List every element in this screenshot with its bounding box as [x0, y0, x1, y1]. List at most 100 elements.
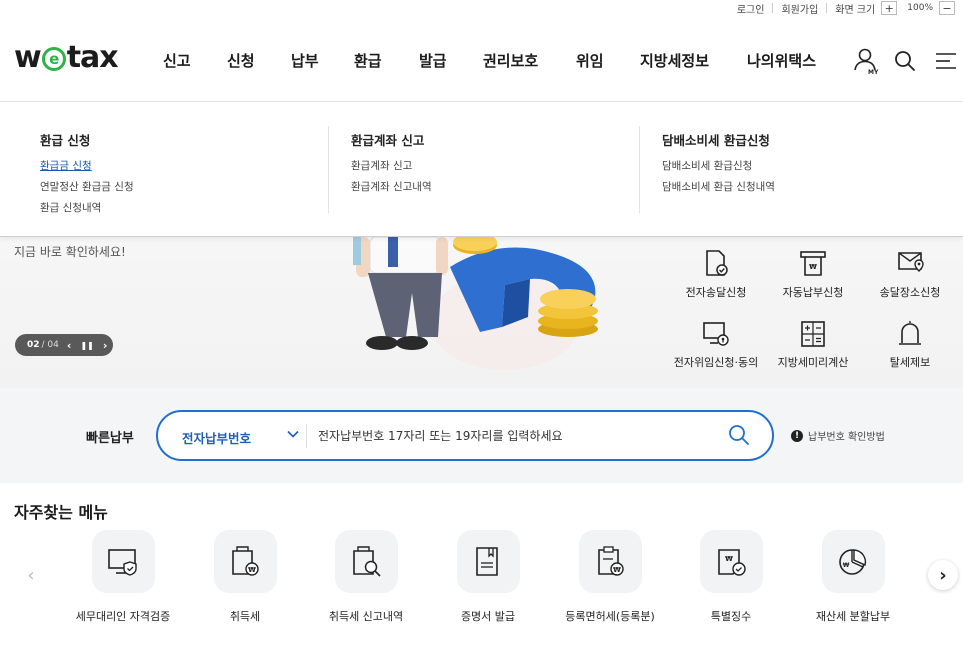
quick-payment: 빠른납부 전자납부번호 ! 납부번호 확인방법 — [0, 388, 963, 483]
frequent-item-label: 등록면허세(등록분) — [565, 610, 655, 623]
svg-text:₩: ₩ — [809, 263, 817, 271]
menu-item-refund-account-report[interactable]: 환급계좌 신고 — [351, 158, 412, 173]
zoom-value: 100% — [907, 3, 933, 13]
frequent-item-label: 취득세 신고내역 — [328, 610, 404, 623]
frequent-item-label: 재산세 분할납부 — [815, 610, 891, 623]
hero-banner: 지금 바로 확인하세요! 02 / 04 ‹ ❚❚ › 전자송달신청 ₩ 자동납… — [0, 237, 963, 388]
property-tax-installment-icon: ₩ — [821, 530, 885, 593]
frequent-item-label: 특별징수 — [710, 610, 752, 623]
quick-pay-label: 빠른납부 — [86, 431, 134, 446]
auto-payment-icon: ₩ — [800, 251, 826, 276]
frequent-item-special-collection[interactable]: ₩ 특별징수 — [671, 530, 791, 624]
nav-item-refund[interactable]: 환급 — [354, 50, 382, 71]
frequent-item-acquisition-tax[interactable]: ₩ 취득세 — [185, 530, 305, 624]
search-icon[interactable] — [728, 424, 750, 446]
utility-bar: 로그인 회원가입 화면 크기 + 100% − — [737, 0, 955, 16]
chevron-left-icon: ‹ — [27, 564, 35, 586]
service-label: 전자위임신청·동의 — [673, 356, 759, 369]
special-collection-icon: ₩ — [699, 530, 763, 593]
frequent-item-acquisition-history[interactable]: 취득세 신고내역 — [306, 530, 426, 624]
mega-menu-refund: 환급 신청 환급금 신청 연말정산 환급금 신청 환급 신청내역 환급계좌 신고… — [0, 101, 963, 237]
mega-col-title: 환급 신청 — [40, 133, 91, 148]
registration-tax-icon: ₩ — [578, 530, 642, 593]
frequent-menu-title: 자주찾는 메뉴 — [14, 503, 108, 522]
frequent-item-agent-verify[interactable]: 세무대리인 자격검증 — [63, 530, 183, 624]
certificate-icon — [456, 530, 520, 593]
acquisition-history-icon — [334, 530, 398, 593]
e-delegation-icon — [703, 322, 729, 346]
hero-subtitle: 지금 바로 확인하세요! — [14, 245, 126, 259]
chevron-down-icon[interactable] — [286, 427, 300, 441]
nav-item-report[interactable]: 신고 — [163, 50, 191, 71]
service-auto-payment[interactable]: ₩ 자동납부신청 — [758, 249, 868, 300]
svg-text:₩: ₩ — [248, 566, 256, 574]
service-label: 탈세제보 — [889, 356, 931, 369]
nav-item-apply[interactable]: 신청 — [227, 50, 255, 71]
zoom-label: 화면 크기 — [835, 4, 876, 16]
divider — [772, 3, 774, 13]
frequent-item-label: 증명서 발급 — [460, 610, 516, 623]
menu-item-year-end-refund[interactable]: 연말정산 환급금 신청 — [40, 179, 134, 194]
menu-icon[interactable] — [935, 52, 957, 74]
svg-text:₩: ₩ — [843, 562, 850, 569]
search-icon[interactable] — [894, 50, 916, 76]
nav-item-my-wetax[interactable]: 나의위택스 — [747, 50, 816, 71]
report-bell-icon — [899, 321, 921, 345]
nav-item-issue[interactable]: 발급 — [419, 50, 447, 71]
carousel-next-button[interactable]: › — [928, 560, 958, 590]
zoom-out-button[interactable]: − — [939, 1, 955, 15]
carousel-prev-button[interactable]: ‹ — [16, 560, 46, 590]
divider — [639, 126, 640, 213]
nav-item-payment[interactable]: 납부 — [291, 50, 319, 71]
zoom-in-button[interactable]: + — [881, 1, 898, 15]
menu-item-tobacco-refund-history[interactable]: 담배소비세 환급 신청내역 — [662, 179, 775, 194]
menu-item-tobacco-refund-apply[interactable]: 담배소비세 환급신청 — [662, 158, 752, 173]
signup-link[interactable]: 회원가입 — [781, 1, 818, 16]
menu-item-refund-apply[interactable]: 환급금 신청 — [40, 158, 92, 173]
service-delivery-location[interactable]: 송달장소신청 — [855, 249, 963, 300]
calculator-icon — [801, 321, 825, 347]
frequent-item-property-tax-installment[interactable]: ₩ 재산세 분할납부 — [793, 530, 913, 624]
chevron-right-icon: › — [939, 564, 947, 586]
pager-pause-button[interactable]: ❚❚ — [80, 341, 93, 350]
menu-item-refund-account-history[interactable]: 환급계좌 신고내역 — [351, 179, 432, 194]
service-tax-evasion-report[interactable]: 탈세제보 — [855, 319, 963, 370]
service-e-delegation[interactable]: 전자위임신청·동의 — [661, 319, 771, 370]
divider — [306, 424, 307, 448]
frequent-item-registration-tax[interactable]: ₩ 등록면허세(등록분) — [550, 530, 670, 624]
nav-item-tax-info[interactable]: 지방세정보 — [640, 50, 709, 71]
service-e-delivery[interactable]: 전자송달신청 — [661, 249, 771, 300]
acquisition-tax-icon: ₩ — [213, 530, 277, 593]
e-delivery-icon — [706, 250, 728, 276]
frequent-item-label: 세무대리인 자격검증 — [75, 610, 171, 623]
my-user-icon[interactable]: MY — [853, 47, 879, 79]
logo-text-tax: tax — [66, 40, 119, 75]
logo-text-w: w — [14, 40, 42, 75]
divider — [826, 3, 828, 13]
mega-col-title: 환급계좌 신고 — [351, 133, 425, 148]
pager-total: / 04 — [41, 340, 59, 350]
info-icon: ! — [791, 429, 803, 442]
nav-item-rights[interactable]: 권리보호 — [483, 50, 538, 71]
nav-item-delegation[interactable]: 위임 — [576, 50, 604, 71]
svg-text:₩: ₩ — [725, 555, 733, 563]
login-link[interactable]: 로그인 — [737, 1, 765, 16]
service-label: 자동납부신청 — [782, 286, 844, 299]
wetax-logo[interactable]: w e tax — [14, 40, 119, 75]
my-badge: MY — [868, 69, 879, 75]
help-label: 납부번호 확인방법 — [808, 432, 885, 443]
service-label: 전자송달신청 — [685, 286, 747, 299]
delivery-location-icon — [898, 252, 924, 272]
frequent-item-certificate[interactable]: 증명서 발급 — [428, 530, 548, 624]
service-label: 지방세미리계산 — [777, 356, 849, 369]
payment-number-input[interactable] — [318, 424, 718, 448]
payment-number-help-link[interactable]: ! 납부번호 확인방법 — [791, 428, 885, 443]
divider — [328, 126, 329, 213]
menu-item-refund-history[interactable]: 환급 신청내역 — [40, 200, 101, 215]
quick-pay-searchbox: 전자납부번호 — [156, 410, 774, 461]
pager-prev-button[interactable]: ‹ — [67, 339, 72, 352]
service-calculator[interactable]: 지방세미리계산 — [758, 319, 868, 370]
payment-type-select[interactable]: 전자납부번호 — [182, 428, 251, 447]
pager-next-button[interactable]: › — [103, 339, 108, 352]
frequent-item-label: 취득세 — [229, 610, 261, 623]
